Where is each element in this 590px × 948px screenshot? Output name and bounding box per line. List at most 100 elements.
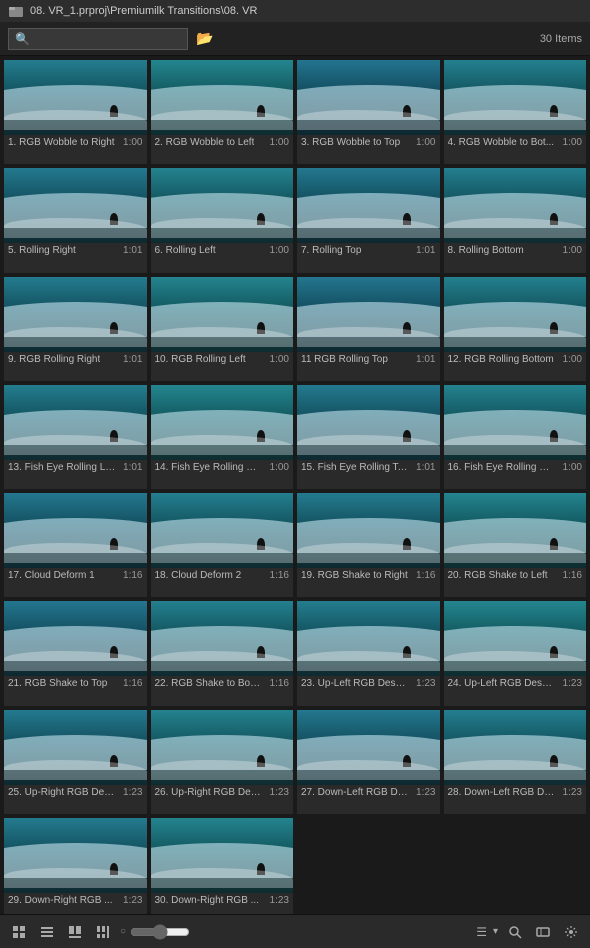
item-duration: 1:01	[123, 462, 142, 473]
item-duration: 1:00	[563, 245, 582, 256]
grid-item-1[interactable]: 1. RGB Wobble to Right 1:00	[4, 60, 147, 164]
thumbnail-13	[4, 385, 147, 460]
grid-item-6[interactable]: 6. Rolling Left 1:00	[151, 168, 294, 272]
grid-item-9[interactable]: 9. RGB Rolling Right 1:01	[4, 277, 147, 381]
item-duration: 1:16	[563, 570, 582, 581]
grid-item-4[interactable]: 4. RGB Wobble to Bot... 1:00	[444, 60, 587, 164]
grid-item-15[interactable]: 15. Fish Eye Rolling Top 1:01	[297, 385, 440, 489]
search-button[interactable]	[504, 923, 526, 941]
thumbnail-3	[297, 60, 440, 135]
item-label-row: 18. Cloud Deform 2 1:16	[151, 568, 294, 583]
grid-item-29[interactable]: 29. Down-Right RGB ... 1:23	[4, 818, 147, 922]
zoom-slider-wrap[interactable]: ○	[120, 924, 470, 940]
toolbar-right: ☰ ▾	[476, 923, 582, 941]
item-label-row: 29. Down-Right RGB ... 1:23	[4, 893, 147, 908]
bottom-toolbar: ○ ☰ ▾	[0, 914, 590, 948]
item-duration: 1:00	[416, 137, 435, 148]
grid-item-27[interactable]: 27. Down-Left RGB De... 1:23	[297, 710, 440, 814]
grid-item-11[interactable]: 11 RGB Rolling Top 1:01	[297, 277, 440, 381]
grid-item-28[interactable]: 28. Down-Left RGB De... 1:23	[444, 710, 587, 814]
grid-item-24[interactable]: 24. Up-Left RGB Desol... 1:23	[444, 601, 587, 705]
list-view-button[interactable]	[36, 923, 58, 941]
grid-view-button[interactable]	[8, 923, 30, 941]
search-input[interactable]	[34, 33, 174, 45]
item-label-row: 21. RGB Shake to Top 1:16	[4, 676, 147, 691]
thumbnail-18	[151, 493, 294, 568]
item-label-row: 25. Up-Right RGB Des... 1:23	[4, 785, 147, 800]
item-label: 5. Rolling Right	[8, 245, 76, 256]
grid-item-16[interactable]: 16. Fish Eye Rolling Bo... 1:00	[444, 385, 587, 489]
item-label: 2. RGB Wobble to Left	[155, 137, 255, 148]
folder-nav-icon[interactable]: 📂	[196, 30, 213, 47]
search-bar: 🔍 📂 30 Items	[0, 22, 590, 56]
sort-chevron[interactable]: ▾	[493, 926, 498, 937]
item-label-row: 20. RGB Shake to Left 1:16	[444, 568, 587, 583]
grid-item-14[interactable]: 14. Fish Eye Rolling Ri... 1:00	[151, 385, 294, 489]
item-label-row: 17. Cloud Deform 1 1:16	[4, 568, 147, 583]
grid-item-26[interactable]: 26. Up-Right RGB Des... 1:23	[151, 710, 294, 814]
grid-item-5[interactable]: 5. Rolling Right 1:01	[4, 168, 147, 272]
item-label: 3. RGB Wobble to Top	[301, 137, 400, 148]
item-label: 11 RGB Rolling Top	[301, 354, 388, 365]
grid-item-19[interactable]: 19. RGB Shake to Right 1:16	[297, 493, 440, 597]
item-duration: 1:01	[123, 354, 142, 365]
item-label-row: 4. RGB Wobble to Bot... 1:00	[444, 135, 587, 150]
thumbnail-2	[151, 60, 294, 135]
zoom-slider[interactable]	[130, 924, 190, 940]
item-label-row: 9. RGB Rolling Right 1:01	[4, 352, 147, 367]
grid-item-12[interactable]: 12. RGB Rolling Bottom 1:00	[444, 277, 587, 381]
item-label: 8. Rolling Bottom	[448, 245, 524, 256]
item-label: 26. Up-Right RGB Des...	[155, 787, 263, 798]
item-duration: 1:16	[270, 678, 289, 689]
thumbnail-14	[151, 385, 294, 460]
item-label: 4. RGB Wobble to Bot...	[448, 137, 555, 148]
item-label-row: 22. RGB Shake to Bott... 1:16	[151, 676, 294, 691]
thumbnail-22	[151, 601, 294, 676]
grid-item-23[interactable]: 23. Up-Left RGB Desol... 1:23	[297, 601, 440, 705]
item-duration: 1:16	[123, 570, 142, 581]
item-duration: 1:23	[123, 787, 142, 798]
thumbnail-8	[444, 168, 587, 243]
item-duration: 1:00	[123, 137, 142, 148]
multi-view-button[interactable]	[92, 923, 114, 941]
thumbnail-1	[4, 60, 147, 135]
sort-list-button[interactable]: ☰	[476, 925, 487, 939]
grid-item-21[interactable]: 21. RGB Shake to Top 1:16	[4, 601, 147, 705]
search-wrap[interactable]: 🔍	[8, 28, 188, 50]
frame-view-button[interactable]	[64, 923, 86, 941]
item-label: 9. RGB Rolling Right	[8, 354, 100, 365]
grid-item-30[interactable]: 30. Down-Right RGB ... 1:23	[151, 818, 294, 922]
item-duration: 1:00	[270, 462, 289, 473]
item-label-row: 14. Fish Eye Rolling Ri... 1:00	[151, 460, 294, 475]
settings-button[interactable]	[560, 923, 582, 941]
grid-item-8[interactable]: 8. Rolling Bottom 1:00	[444, 168, 587, 272]
grid-item-17[interactable]: 17. Cloud Deform 1 1:16	[4, 493, 147, 597]
grid-item-18[interactable]: 18. Cloud Deform 2 1:16	[151, 493, 294, 597]
item-label: 17. Cloud Deform 1	[8, 570, 95, 581]
item-label-row: 15. Fish Eye Rolling Top 1:01	[297, 460, 440, 475]
grid-item-2[interactable]: 2. RGB Wobble to Left 1:00	[151, 60, 294, 164]
item-label-row: 8. Rolling Bottom 1:00	[444, 243, 587, 258]
thumbnail-27	[297, 710, 440, 785]
thumbnail-25	[4, 710, 147, 785]
media-grid: 1. RGB Wobble to Right 1:00 2. RGB Wobbl…	[0, 56, 590, 926]
media-button[interactable]	[532, 923, 554, 941]
grid-item-10[interactable]: 10. RGB Rolling Left 1:00	[151, 277, 294, 381]
item-duration: 1:01	[416, 245, 435, 256]
grid-item-25[interactable]: 25. Up-Right RGB Des... 1:23	[4, 710, 147, 814]
item-duration: 1:16	[123, 678, 142, 689]
item-label-row: 16. Fish Eye Rolling Bo... 1:00	[444, 460, 587, 475]
item-duration: 1:01	[416, 354, 435, 365]
zoom-min-icon: ○	[120, 926, 126, 937]
item-label-row: 5. Rolling Right 1:01	[4, 243, 147, 258]
item-duration: 1:23	[270, 787, 289, 798]
grid-item-20[interactable]: 20. RGB Shake to Left 1:16	[444, 493, 587, 597]
item-label-row: 10. RGB Rolling Left 1:00	[151, 352, 294, 367]
grid-item-22[interactable]: 22. RGB Shake to Bott... 1:16	[151, 601, 294, 705]
item-label: 13. Fish Eye Rolling Left	[8, 462, 116, 473]
title-bar: 08. VR_1.prproj\Premiumilk Transitions\0…	[0, 0, 590, 22]
grid-item-13[interactable]: 13. Fish Eye Rolling Left 1:01	[4, 385, 147, 489]
grid-item-3[interactable]: 3. RGB Wobble to Top 1:00	[297, 60, 440, 164]
item-label-row: 11 RGB Rolling Top 1:01	[297, 352, 440, 367]
grid-item-7[interactable]: 7. Rolling Top 1:01	[297, 168, 440, 272]
